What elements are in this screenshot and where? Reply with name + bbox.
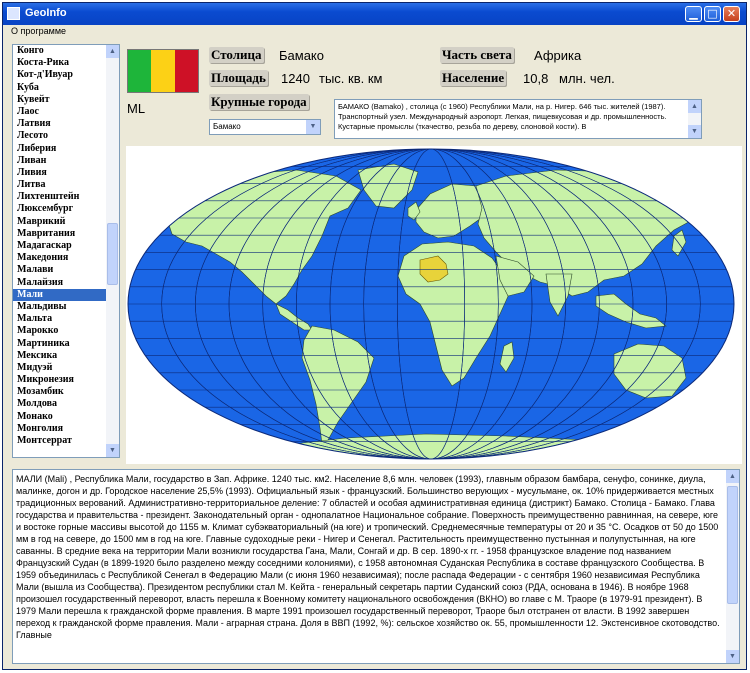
country-list-item[interactable]: Латвия [13, 118, 107, 130]
country-list-item[interactable]: Кувейт [13, 94, 107, 106]
minimize-icon[interactable]: ▁ [685, 6, 702, 22]
country-list-item[interactable]: Малави [13, 264, 107, 276]
country-list-item[interactable]: Коста-Рика [13, 57, 107, 69]
area-label: Площадь [209, 70, 268, 86]
country-list-item[interactable]: Мальдивы [13, 301, 107, 313]
area-value: 1240 [281, 71, 310, 86]
country-list-item[interactable]: Мозамбик [13, 386, 107, 398]
country-list-item[interactable]: Лесото [13, 130, 107, 142]
scroll-down-arrow-icon[interactable]: ▼ [106, 444, 119, 457]
scroll-up-arrow-icon[interactable]: ▲ [106, 45, 119, 58]
new-zealand [709, 393, 719, 415]
country-list-item[interactable]: Лихтенштейн [13, 191, 107, 203]
population-label: Население [440, 70, 507, 86]
country-list-item[interactable]: Марокко [13, 325, 107, 337]
scroll-down-arrow-icon[interactable]: ▼ [726, 650, 739, 663]
country-list-item[interactable]: Ливия [13, 167, 107, 179]
cities-label: Крупные города [209, 94, 309, 110]
country-list-item[interactable]: Куба [13, 82, 107, 94]
city-description-scrollbar[interactable]: ▲ ▼ [688, 100, 701, 138]
country-flag [127, 49, 199, 93]
country-list-item[interactable]: Либерия [13, 143, 107, 155]
country-code: ML [127, 101, 146, 116]
population-value: 10,8 [523, 71, 549, 86]
capital-value: Бамако [279, 48, 324, 63]
country-list-item[interactable]: Лаос [13, 106, 107, 118]
city-description: БАМАКО (Bamako) , столица (с 1960) Респу… [338, 102, 667, 131]
app-icon [7, 7, 20, 20]
country-list-item[interactable]: Мексика [13, 350, 107, 362]
world-map[interactable] [126, 146, 742, 464]
flag-stripe [174, 50, 198, 92]
scroll-down-arrow-icon[interactable]: ▼ [688, 125, 701, 138]
area-unit: тыс. кв. км [319, 71, 383, 86]
capital-label: Столица [209, 47, 264, 63]
country-list-item[interactable]: Маврикий [13, 216, 107, 228]
country-list-item[interactable]: Люксембург [13, 203, 107, 215]
continent-label: Часть света [440, 47, 514, 63]
country-list-item[interactable]: Македония [13, 252, 107, 264]
chevron-down-icon[interactable]: ▼ [306, 120, 320, 134]
menu-about[interactable]: О программе [11, 26, 66, 36]
country-list-item[interactable]: Малайзия [13, 277, 107, 289]
country-list-item[interactable]: Микронезия [13, 374, 107, 386]
country-description-box[interactable]: МАЛИ (Mali) , Республика Мали, государст… [12, 469, 740, 664]
country-list-item[interactable]: Конго [13, 45, 107, 57]
country-list-item[interactable]: Ливан [13, 155, 107, 167]
world-map-svg [127, 148, 735, 460]
maximize-icon[interactable]: □ [704, 6, 721, 22]
country-list-item[interactable]: Монголия [13, 423, 107, 435]
country-list-item[interactable]: Монако [13, 411, 107, 423]
country-list-item[interactable]: Литва [13, 179, 107, 191]
country-list-item[interactable]: Мальта [13, 313, 107, 325]
country-list[interactable]: Конго Коста-Рика Кот-д'Ивуар Куба Кувейт Лаос… [12, 44, 120, 458]
window-title: GeoInfo [25, 7, 67, 19]
country-description-scrollbar[interactable]: ▲ ▼ [726, 470, 739, 663]
scroll-up-arrow-icon[interactable]: ▲ [688, 100, 701, 113]
flag-stripe [151, 50, 175, 92]
close-icon[interactable]: ✕ [723, 6, 740, 22]
country-list-item[interactable]: Молдова [13, 398, 107, 410]
menu-bar: О программе [3, 25, 746, 39]
country-list-item[interactable]: Мартиника [13, 338, 107, 350]
country-list-item[interactable]: Мавритания [13, 228, 107, 240]
flag-stripe [128, 50, 152, 92]
population-unit: млн. чел. [559, 71, 615, 86]
scroll-thumb[interactable] [727, 486, 738, 604]
title-bar[interactable]: GeoInfo ▁ □ ✕ [3, 3, 746, 25]
country-list-item[interactable]: Мали [13, 288, 107, 301]
country-list-item[interactable]: Кот-д'Ивуар [13, 69, 107, 81]
country-list-scrollbar[interactable]: ▲ ▼ [106, 45, 119, 457]
country-list-item[interactable]: Мадагаскар [13, 240, 107, 252]
app-window: GeoInfo ▁ □ ✕ О программе Конго Коста-Рик… [2, 2, 747, 670]
city-select[interactable]: Бамако ▼ [209, 119, 321, 135]
city-select-value: Бамако [213, 122, 241, 131]
scroll-thumb[interactable] [107, 223, 118, 285]
city-description-box[interactable]: БАМАКО (Bamako) , столица (с 1960) Респу… [334, 99, 702, 139]
scroll-up-arrow-icon[interactable]: ▲ [726, 470, 739, 483]
country-list-items: Конго Коста-Рика Кот-д'Ивуар Куба Кувейт Лаос… [13, 45, 107, 447]
continent-value: Африка [534, 48, 582, 63]
country-list-item[interactable]: Мидуэй [13, 362, 107, 374]
country-description: МАЛИ (Mali) , Республика Мали, государст… [16, 474, 720, 640]
country-list-item[interactable]: Монтсеррат [13, 435, 107, 447]
